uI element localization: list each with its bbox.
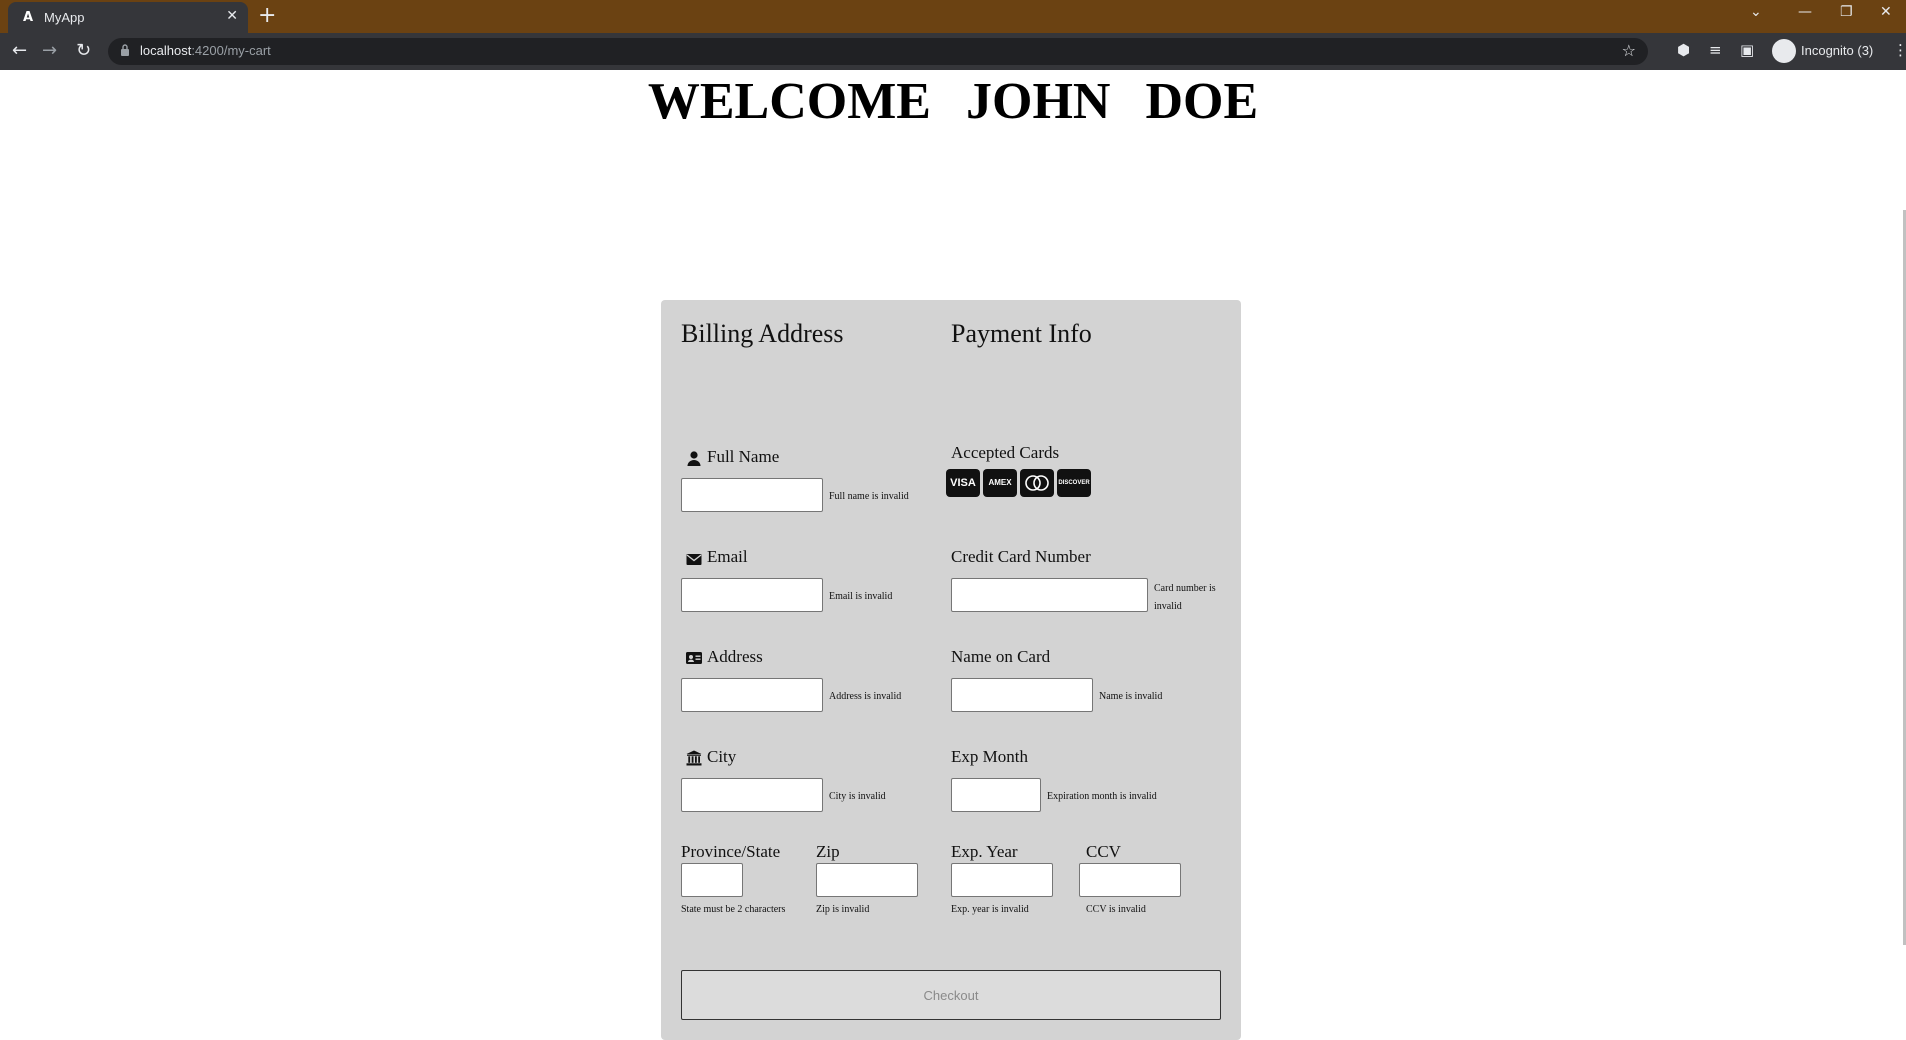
state-error: State must be 2 characters [681, 904, 786, 915]
tab-search-icon[interactable]: ⌄ [1750, 4, 1762, 20]
side-panel-icon[interactable]: ▣ [1740, 41, 1754, 59]
address-input[interactable] [681, 678, 823, 712]
full-name-label: Full Name [707, 447, 780, 466]
city-input[interactable] [681, 778, 823, 812]
restore-icon[interactable]: ❐ [1840, 4, 1853, 20]
address-error: Address is invalid [829, 691, 902, 702]
tab-title: MyApp [44, 10, 85, 25]
name-on-card-input[interactable] [951, 678, 1093, 712]
full-name-error: Full name is invalid [829, 491, 909, 502]
exp-month-input[interactable] [951, 778, 1041, 812]
address-label: Address [707, 647, 763, 666]
email-label: Email [707, 547, 748, 566]
mastercard-icon [1020, 469, 1054, 497]
accepted-cards-label: Accepted Cards [951, 443, 1060, 462]
exp-year-input[interactable] [951, 863, 1053, 897]
city-label: City [707, 747, 737, 766]
discover-icon: DISCOVER [1057, 469, 1091, 497]
billing-heading: Billing Address [681, 319, 844, 348]
welcome-heading: WELCOME JOHN DOE [647, 73, 1259, 130]
state-input[interactable] [681, 863, 743, 897]
exp-month-error: Expiration month is invalid [1047, 791, 1157, 802]
profile-label[interactable]: Incognito (3) [1801, 43, 1873, 58]
payment-heading: Payment Info [951, 319, 1092, 348]
exp-year-label: Exp. Year [951, 842, 1018, 861]
full-name-input[interactable] [681, 478, 823, 512]
visa-icon: VISA [946, 469, 980, 497]
card-number-error: Card number is invalid [1154, 583, 1216, 612]
name-on-card-error: Name is invalid [1099, 691, 1163, 702]
envelope-icon [686, 554, 702, 565]
address-bar[interactable]: localhost:4200/my-cart ☆ [108, 38, 1648, 65]
menu-icon[interactable]: ⋮ [1893, 41, 1906, 59]
browser-tab-strip: A MyApp ✕ + ⌄ — ❐ ✕ [0, 0, 1906, 33]
amex-icon: AMEX [983, 469, 1017, 497]
checkout-button[interactable]: Checkout [681, 970, 1221, 1020]
zip-input[interactable] [816, 863, 918, 897]
minimize-icon[interactable]: — [1798, 4, 1812, 20]
card-number-label: Credit Card Number [951, 547, 1091, 566]
forward-icon[interactable]: → [42, 40, 57, 61]
browser-tab[interactable]: A MyApp ✕ [8, 2, 248, 33]
name-on-card-label: Name on Card [951, 647, 1051, 666]
reading-list-icon[interactable]: ≡ [1709, 41, 1722, 59]
exp-year-error: Exp. year is invalid [951, 904, 1029, 915]
checkout-form: Billing Address Payment Info Full Name F… [661, 300, 1241, 1040]
back-icon[interactable]: ← [12, 40, 27, 61]
exp-month-label: Exp Month [951, 747, 1028, 766]
browser-toolbar: ← → ↻ localhost:4200/my-cart ☆ ⬢ ≡ ▣ Inc… [0, 33, 1906, 70]
user-icon [687, 451, 701, 466]
ccv-error: CCV is invalid [1086, 904, 1146, 915]
close-tab-icon[interactable]: ✕ [226, 8, 238, 24]
ccv-label: CCV [1086, 842, 1121, 861]
address-card-icon [686, 652, 702, 664]
lock-icon [121, 44, 129, 56]
angular-icon: A [22, 10, 34, 25]
incognito-icon[interactable] [1772, 39, 1796, 63]
zip-error: Zip is invalid [816, 904, 870, 915]
new-tab-icon[interactable]: + [258, 4, 276, 28]
extensions-icon[interactable]: ⬢ [1677, 41, 1690, 59]
card-number-input[interactable] [951, 578, 1148, 612]
reload-icon[interactable]: ↻ [76, 40, 91, 61]
institution-icon [686, 750, 702, 766]
city-error: City is invalid [829, 791, 886, 802]
url-text: localhost:4200/my-cart [140, 43, 271, 58]
email-input[interactable] [681, 578, 823, 612]
zip-label: Zip [816, 842, 840, 861]
email-error: Email is invalid [829, 591, 893, 602]
close-window-icon[interactable]: ✕ [1880, 4, 1892, 20]
state-label: Province/State [681, 842, 781, 861]
bookmark-star-icon[interactable]: ☆ [1622, 41, 1636, 60]
ccv-input[interactable] [1079, 863, 1181, 897]
